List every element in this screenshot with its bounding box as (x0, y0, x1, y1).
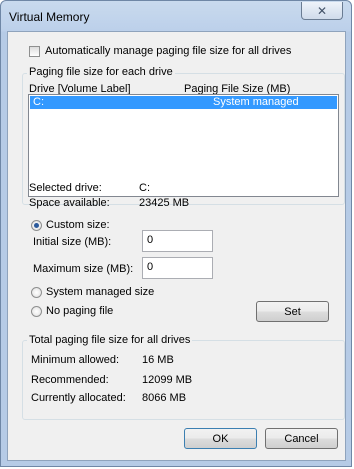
cancel-button-label: Cancel (284, 432, 319, 445)
selected-drive-value: C: (139, 182, 150, 194)
ok-button-label: OK (212, 432, 229, 445)
recommended-label: Recommended: (31, 374, 109, 386)
drive-cell: C: (33, 96, 44, 108)
totals-group-legend: Total paging file size for all drives (27, 334, 193, 346)
initial-size-label: Initial size (MB): (33, 236, 112, 248)
recommended-value: 12099 MB (142, 374, 193, 386)
space-available-label: Space available: (29, 197, 110, 209)
close-button[interactable]: ✕ (301, 2, 343, 20)
currently-allocated-label: Currently allocated: (31, 392, 126, 404)
space-available-value: 23425 MB (139, 197, 190, 209)
custom-size-label[interactable]: Custom size: (46, 219, 110, 231)
currently-allocated-value: 8066 MB (142, 392, 187, 404)
size-cell: System managed (213, 96, 299, 108)
no-paging-file-label[interactable]: No paging file (46, 305, 113, 317)
auto-manage-label[interactable]: Automatically manage paging file size fo… (45, 45, 291, 57)
cancel-button[interactable]: Cancel (265, 428, 338, 449)
title-bar[interactable]: Virtual Memory ✕ (1, 1, 351, 31)
minimum-allowed-label: Minimum allowed: (31, 354, 120, 366)
drives-group-legend: Paging file size for each drive (27, 66, 175, 78)
maximum-size-label: Maximum size (MB): (33, 263, 134, 275)
maximum-size-input[interactable]: 0 (142, 257, 213, 279)
ok-button[interactable]: OK (184, 428, 257, 449)
window-title: Virtual Memory (9, 10, 90, 24)
auto-manage-checkbox[interactable] (29, 46, 40, 57)
selected-drive-label: Selected drive: (29, 182, 102, 194)
dialog-body: Automatically manage paging file size fo… (7, 31, 346, 461)
set-button[interactable]: Set (256, 301, 329, 322)
system-managed-label[interactable]: System managed size (46, 286, 154, 298)
set-button-label: Set (284, 305, 301, 318)
initial-size-input[interactable]: 0 (142, 230, 213, 252)
virtual-memory-window: Virtual Memory ✕ Automatically manage pa… (0, 0, 352, 467)
no-paging-file-radio[interactable] (31, 306, 42, 317)
system-managed-radio[interactable] (31, 287, 42, 298)
custom-size-radio[interactable] (31, 220, 42, 231)
minimum-allowed-value: 16 MB (142, 354, 174, 366)
list-item[interactable]: C: System managed (30, 96, 337, 109)
close-icon: ✕ (316, 3, 328, 18)
